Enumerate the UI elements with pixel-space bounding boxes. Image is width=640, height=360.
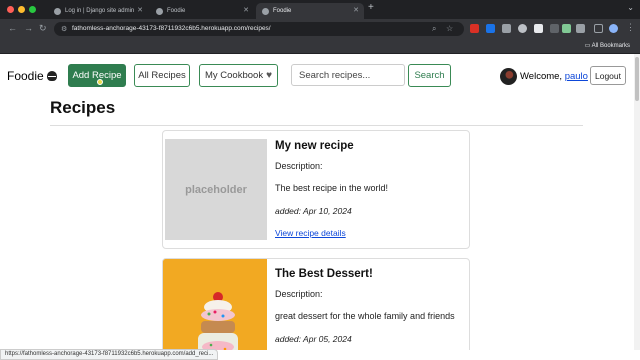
globe-icon [262, 7, 269, 15]
divider [50, 125, 583, 126]
recipe-date: added: Apr 10, 2024 [275, 206, 352, 216]
username-link[interactable]: paulo [565, 71, 588, 82]
tab-title: Foodie [167, 8, 186, 14]
pen-icon[interactable] [502, 24, 511, 33]
puzzle-icon[interactable] [576, 24, 585, 33]
status-bar-url: https://fathomless-anchorage-43173-f8711… [0, 349, 219, 360]
heart-icon: ♥ [266, 70, 273, 81]
maximize-window-button[interactable] [29, 6, 36, 13]
browser-tab-foodie[interactable]: Foodie ✕ [150, 3, 254, 19]
browser-tab-django-admin[interactable]: Log in | Django site admin ✕ [48, 3, 148, 19]
search-input[interactable] [291, 64, 405, 86]
welcome-text: Welcome, paulo [520, 71, 588, 82]
recipe-card-body: My new recipe Description: The best reci… [275, 140, 465, 238]
brand-logo[interactable]: Foodie [7, 69, 57, 83]
browser-toolbar: ← → ↻ ⚙ fathomless-anchorage-43173-f8711… [0, 19, 640, 39]
extension-icon[interactable] [550, 24, 559, 33]
reload-icon[interactable]: ↻ [39, 23, 47, 34]
new-tab-button[interactable]: + [368, 2, 374, 13]
close-tab-icon[interactable]: ✕ [137, 6, 143, 14]
browser-tab-bar: Log in | Django site admin ✕ Foodie ✕ Fo… [0, 0, 640, 19]
address-bar[interactable]: ⚙ fathomless-anchorage-43173-f8711932c6b… [54, 22, 464, 36]
close-tab-icon[interactable]: ✕ [353, 6, 359, 14]
placeholder-text: placeholder [185, 183, 247, 196]
close-tab-icon[interactable]: ✕ [243, 6, 249, 14]
more-menu-icon[interactable]: ⋮ [626, 22, 635, 33]
recipe-image [163, 259, 267, 350]
minimize-window-button[interactable] [18, 6, 25, 13]
bookmarks-bar: ▭ All Bookmarks [0, 39, 640, 54]
mouse-cursor [97, 79, 103, 85]
browser-tab-foodie-active[interactable]: Foodie ✕ [256, 3, 364, 19]
zoom-icon[interactable]: ⌕ [432, 24, 436, 34]
address-url[interactable]: fathomless-anchorage-43173-f8711932c6b5.… [72, 25, 271, 32]
forward-arrow-icon[interactable]: → [24, 23, 33, 33]
extension-icon[interactable] [470, 24, 479, 33]
welcome-label: Welcome, [520, 71, 563, 82]
all-bookmarks-button[interactable]: ▭ All Bookmarks [585, 42, 630, 49]
scrollbar-thumb[interactable] [635, 57, 639, 101]
my-cookbook-button[interactable]: My Cookbook ♥ [199, 64, 278, 87]
logout-button[interactable]: Logout [590, 66, 626, 85]
recipe-image-placeholder: placeholder [165, 139, 267, 240]
search-button[interactable]: Search [408, 64, 451, 87]
avatar [500, 68, 517, 85]
tab-title: Log in | Django site admin [65, 8, 135, 14]
scrollbar[interactable] [634, 54, 640, 350]
view-recipe-details-link[interactable]: View recipe details [275, 228, 465, 238]
page-title: Recipes [50, 98, 116, 117]
recipe-description: great dessert for the whole family and f… [275, 311, 455, 321]
recipe-card-body: The Best Dessert! Description: great des… [275, 268, 465, 344]
recipe-card: The Best Dessert! Description: great des… [162, 258, 470, 350]
recipe-description: The best recipe in the world! [275, 183, 389, 193]
brand-name: Foodie [7, 69, 44, 83]
site-info-icon[interactable]: ⚙ [61, 25, 67, 33]
profile-avatar[interactable] [609, 24, 618, 33]
recipe-title: My new recipe [275, 140, 354, 152]
web-page: Foodie Add Recipe All Recipes My Cookboo… [0, 54, 634, 350]
my-cookbook-label: My Cookbook [204, 70, 264, 81]
chef-hat-icon [46, 71, 57, 81]
extension-icon[interactable] [562, 24, 571, 33]
close-window-button[interactable] [7, 6, 14, 13]
extension-icon[interactable] [534, 24, 543, 33]
tab-title: Foodie [273, 8, 292, 14]
description-label: Description: [275, 161, 323, 171]
recipe-date: added: Apr 05, 2024 [275, 334, 352, 344]
tab-search-chevron-icon[interactable]: ⌄ [627, 3, 634, 12]
bookmark-star-icon[interactable]: ☆ [446, 24, 453, 33]
recipe-card: placeholder My new recipe Description: T… [162, 130, 470, 249]
extension-icon[interactable] [518, 24, 527, 33]
side-panel-icon[interactable] [594, 24, 603, 33]
recipe-title: The Best Dessert! [275, 268, 373, 280]
all-recipes-button[interactable]: All Recipes [134, 64, 190, 87]
globe-icon [156, 7, 163, 15]
description-label: Description: [275, 289, 323, 299]
globe-icon [54, 7, 61, 15]
all-bookmarks-label: All Bookmarks [591, 43, 630, 49]
dessert-illustration [163, 259, 267, 350]
back-arrow-icon[interactable]: ← [8, 23, 17, 33]
extension-icon[interactable] [486, 24, 495, 33]
